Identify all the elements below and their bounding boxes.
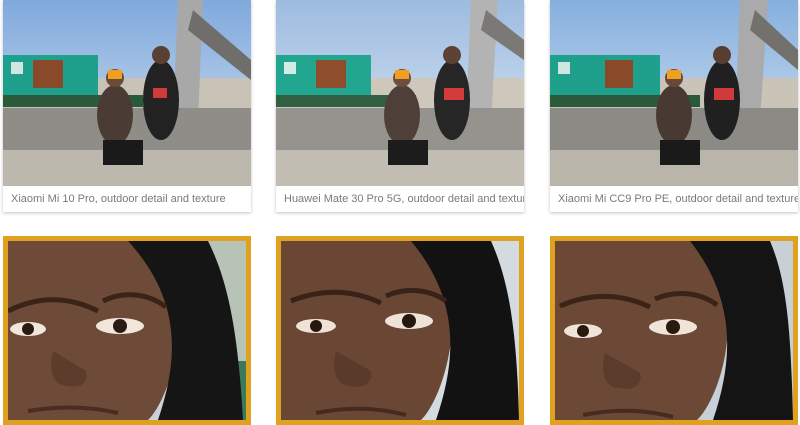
sample-card-cc9pro[interactable]: Xiaomi Mi CC9 Pro PE, outdoor detail and… bbox=[550, 0, 798, 212]
face-crop-photo bbox=[8, 241, 246, 420]
face-crop-photo bbox=[281, 241, 519, 420]
sample-caption: Xiaomi Mi 10 Pro, outdoor detail and tex… bbox=[11, 193, 226, 205]
sample-caption: Huawei Mate 30 Pro 5G, outdoor detail an… bbox=[284, 193, 524, 205]
outdoor-scene-photo[interactable] bbox=[3, 0, 251, 186]
sample-caption: Xiaomi Mi CC9 Pro PE, outdoor detail and… bbox=[558, 193, 798, 205]
outdoor-scene-photo[interactable] bbox=[276, 0, 524, 186]
face-crop-photo bbox=[555, 241, 793, 420]
face-crop-mi10pro[interactable] bbox=[3, 236, 251, 425]
sample-card-mi10pro[interactable]: Xiaomi Mi 10 Pro, outdoor detail and tex… bbox=[3, 0, 251, 212]
face-crop-cc9pro[interactable] bbox=[550, 236, 798, 425]
outdoor-scene-photo[interactable] bbox=[550, 0, 798, 186]
sample-card-mate30pro[interactable]: Huawei Mate 30 Pro 5G, outdoor detail an… bbox=[276, 0, 524, 212]
face-crop-mate30pro[interactable] bbox=[276, 236, 524, 425]
